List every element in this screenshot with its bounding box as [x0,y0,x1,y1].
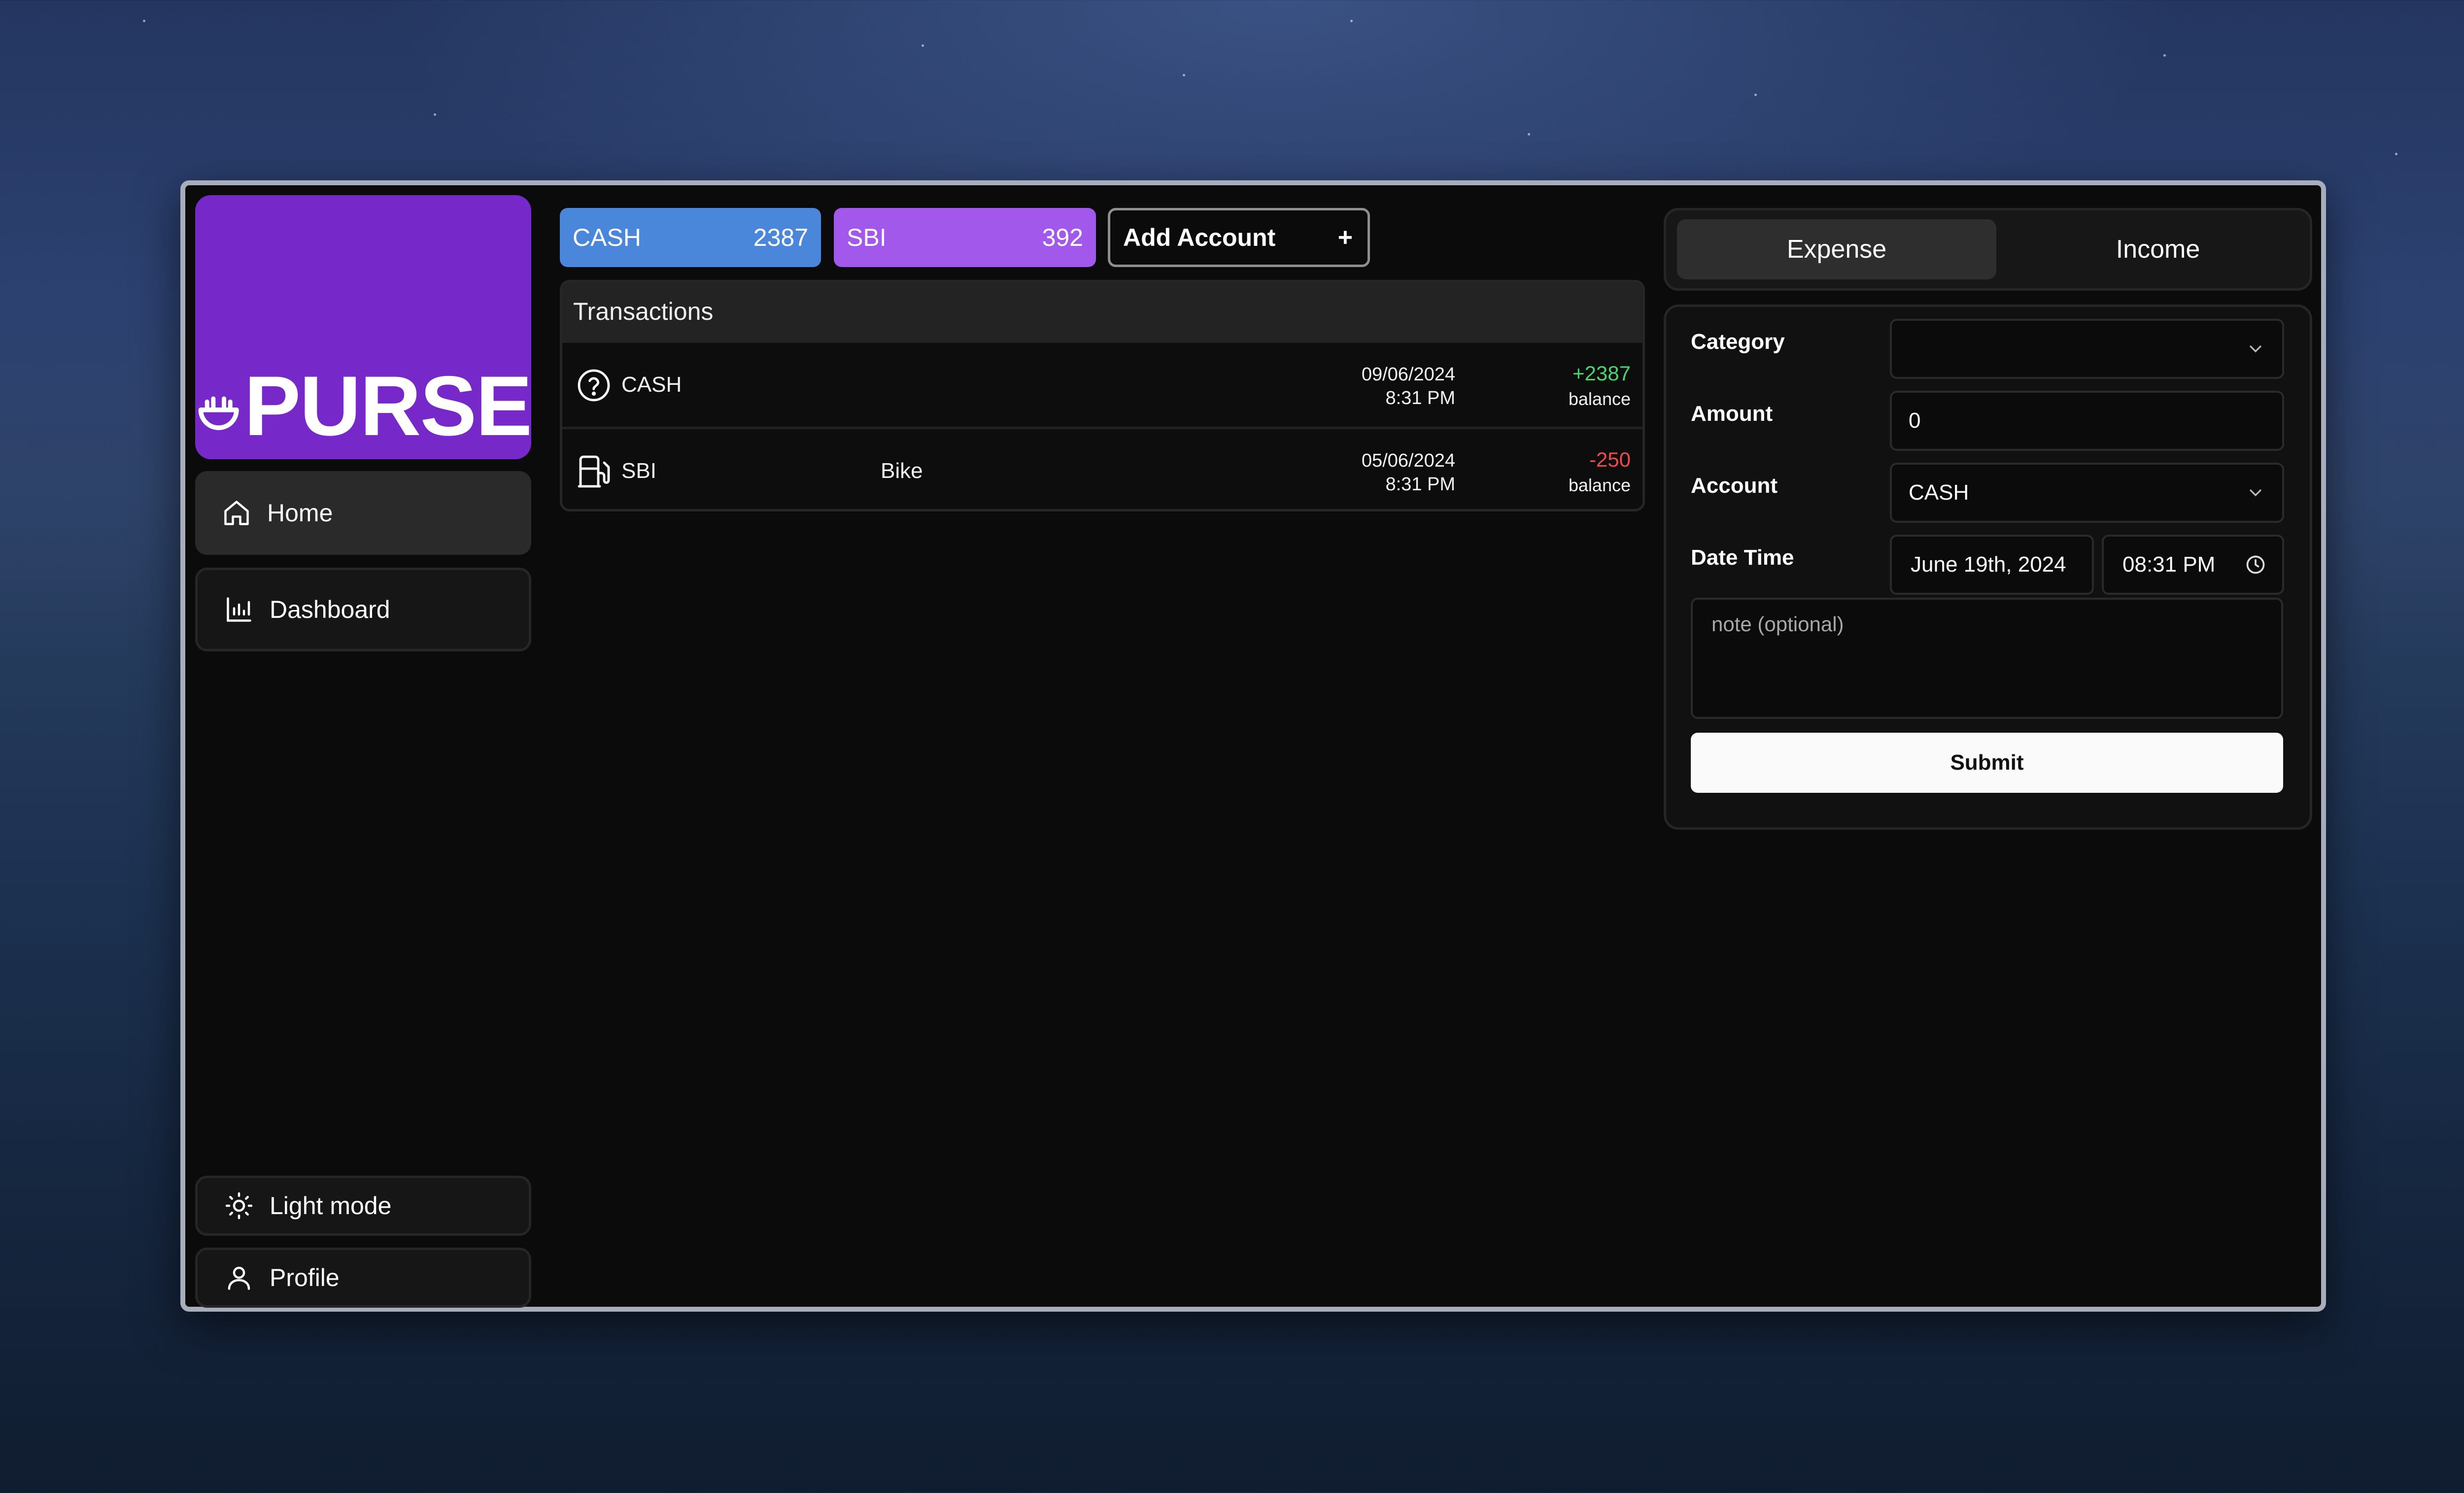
profile-label: Profile [270,1264,340,1291]
amount-input[interactable]: 0 [1890,391,2284,451]
transaction-account: SBI [621,459,656,483]
question-circle-icon [578,369,610,402]
account-label: Account [1691,474,1778,498]
transactions-panel: Transactions CASH 09/06/2024 8:31 PM +23… [560,280,1645,511]
light-mode-label: Light mode [270,1192,392,1220]
star [1754,94,1757,96]
date-picker[interactable]: June 19th, 2024 [1890,535,2094,595]
basket-logo-icon [198,396,239,430]
star [143,20,145,22]
star [434,113,436,116]
chevron-down-icon [2250,489,2261,497]
sidebar-item-home[interactable]: Home [195,471,531,555]
category-label: Category [1691,330,1785,354]
datetime-label: Date Time [1691,545,1794,570]
transaction-amount-label: balance [1568,389,1631,409]
transaction-account: CASH [621,373,682,397]
star [922,44,924,47]
plus-icon: + [1337,223,1353,252]
time-value: 08:31 PM [2122,552,2216,577]
transaction-amount-label: balance [1568,475,1631,495]
account-name: CASH [573,224,641,251]
sidebar-item-dashboard[interactable]: Dashboard [195,568,531,651]
star [2395,153,2397,155]
transaction-time: 8:31 PM [1385,388,1455,408]
transaction-date: 05/06/2024 [1361,450,1455,471]
date-value: June 19th, 2024 [1911,552,2066,577]
star [1183,74,1185,76]
app-window: PURSE Home Dashboard Light mode Profile … [180,180,2326,1312]
note-textarea[interactable]: note (optional) [1691,598,2283,719]
tab-expense[interactable]: Expense [1677,219,1996,279]
sun-icon [225,1192,253,1220]
purse-app: PURSE Home Dashboard Light mode Profile … [195,195,2312,1308]
transaction-note: Bike [881,459,923,483]
fuel-pump-icon [578,455,610,488]
account-chip-sbi[interactable]: SBI 392 [834,208,1096,267]
account-value: CASH [1909,480,1969,505]
transaction-date: 09/06/2024 [1361,364,1455,385]
star [1528,133,1530,136]
user-icon [228,1266,250,1290]
time-picker[interactable]: 08:31 PM [2102,535,2284,595]
account-select[interactable]: CASH [1890,463,2284,523]
account-balance: 2387 [753,224,808,251]
purse-logo: PURSE [195,195,531,459]
logo-wordmark: PURSE [244,359,531,453]
transaction-amount-block: +2387 balance [1569,361,1631,412]
star [2163,54,2166,57]
account-balance: 392 [1042,224,1083,251]
transaction-amount-block: -250 balance [1569,447,1631,498]
bar-chart-icon [227,597,251,622]
add-account-button[interactable]: Add Account + [1108,208,1370,267]
transaction-datetime: 09/06/2024 8:31 PM [1362,363,1455,410]
transaction-amount: -250 [1589,448,1631,471]
sidebar-item-label: Home [267,499,333,527]
transaction-type-tabs: Expense Income [1664,208,2312,291]
account-chip-cash[interactable]: CASH 2387 [560,208,821,267]
add-account-label: Add Account [1123,224,1276,251]
chevron-down-icon [2250,345,2261,353]
tab-income[interactable]: Income [1998,219,2318,279]
home-icon [224,501,249,525]
transaction-row[interactable]: SBI Bike 05/06/2024 8:31 PM -250 balance [562,427,1643,509]
submit-button[interactable]: Submit [1691,733,2283,793]
light-mode-toggle[interactable]: Light mode [195,1176,531,1236]
amount-value: 0 [1909,408,1921,433]
transactions-title: Transactions [562,282,1643,340]
account-name: SBI [847,224,887,251]
transaction-datetime: 05/06/2024 8:31 PM [1362,449,1455,496]
transaction-time: 8:31 PM [1385,474,1455,495]
clock-icon [2246,555,2265,574]
transaction-row[interactable]: CASH 09/06/2024 8:31 PM +2387 balance [562,340,1643,427]
sidebar-item-label: Dashboard [270,596,390,623]
transaction-form: Category Amount 0 Account CASH Date Time… [1664,305,2312,830]
transaction-amount: +2387 [1573,362,1631,385]
profile-button[interactable]: Profile [195,1248,531,1308]
category-select[interactable] [1890,319,2284,379]
amount-label: Amount [1691,402,1773,426]
star [1350,20,1353,22]
